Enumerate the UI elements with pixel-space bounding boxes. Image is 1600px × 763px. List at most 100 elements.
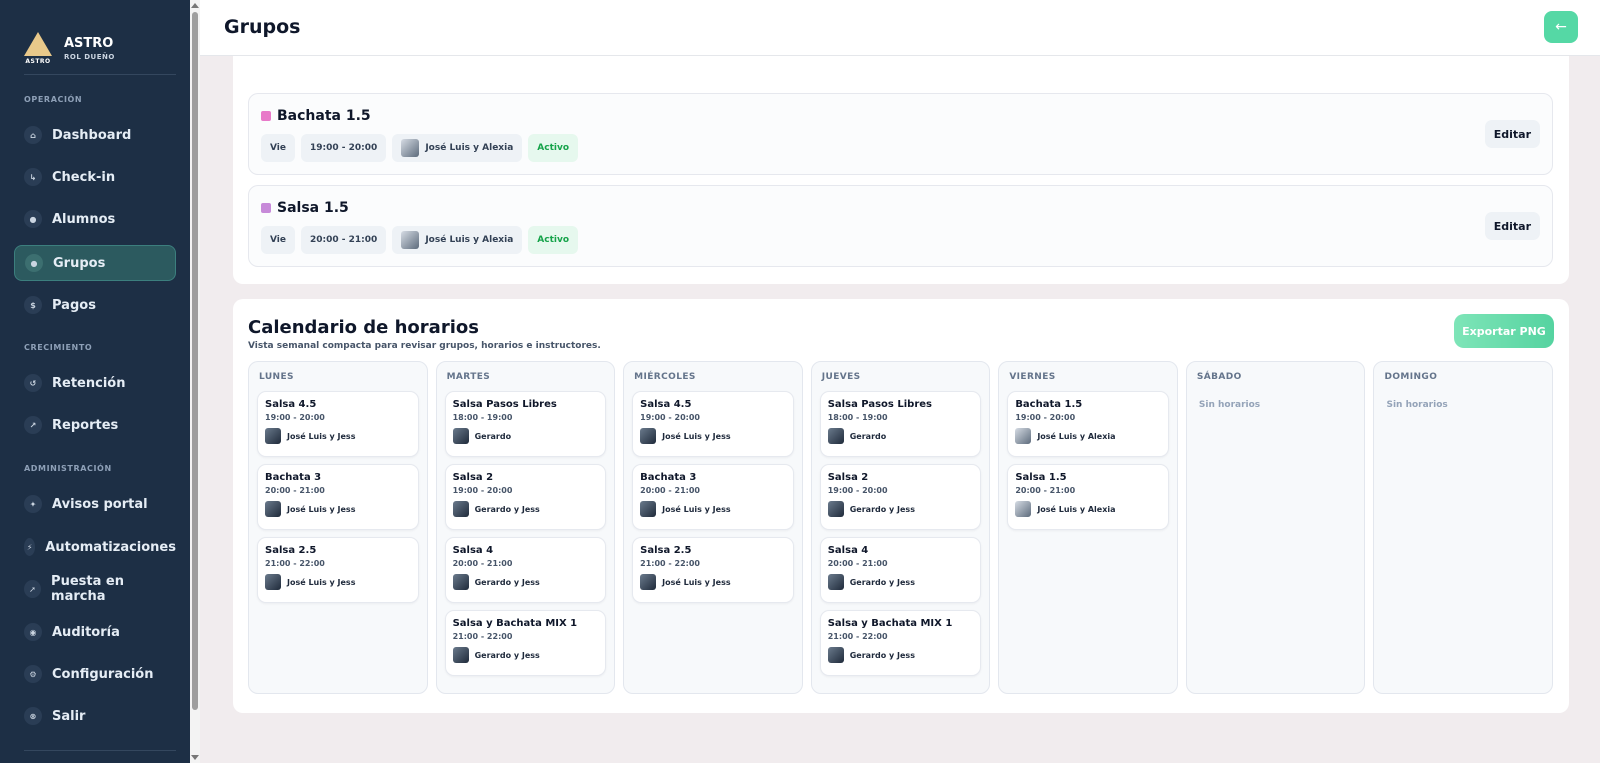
class-card[interactable]: Salsa Pasos Libres 18:00 - 19:00 Gerardo xyxy=(819,391,982,457)
calendar-panel: Calendario de horarios Vista semanal com… xyxy=(233,299,1569,713)
avatar xyxy=(265,428,281,444)
sidebar: ASTRO ASTRO ROL DUEÑO OPERACIÓN ⌂ Dashboa… xyxy=(0,0,190,763)
back-button[interactable]: ← xyxy=(1544,11,1578,43)
class-time: 18:00 - 19:00 xyxy=(452,413,513,422)
class-instructor: José Luis y Alexia xyxy=(1015,428,1161,444)
scroll-up-arrow-icon[interactable] xyxy=(191,3,199,8)
avatar xyxy=(640,501,657,517)
class-card[interactable]: Salsa 2.5 21:00 - 22:00 José Luis y Jess xyxy=(257,537,419,603)
rocket-icon: ➚ xyxy=(24,580,42,598)
class-instructor: Gerardo y Jess xyxy=(827,647,974,663)
class-time: 20:00 - 21:00 xyxy=(827,559,888,568)
class-instructor: Gerardo xyxy=(452,428,599,444)
class-name: Salsa y Bachata MIX 1 xyxy=(827,618,953,629)
sidebar-item-configuracion[interactable]: ⚙ Configuración xyxy=(14,656,176,692)
class-instructor: José Luis y Alexia xyxy=(1015,501,1161,517)
scrollbar[interactable] xyxy=(190,0,200,763)
sidebar-item-alumnos[interactable]: ● Alumnos xyxy=(14,201,176,237)
class-time: 21:00 - 22:00 xyxy=(827,632,888,641)
users-icon: ● xyxy=(24,210,42,228)
logout-icon: ⊗ xyxy=(24,707,42,725)
sidebar-item-grupos[interactable]: ● Grupos xyxy=(14,245,176,281)
status-badge: Activo xyxy=(528,226,579,254)
class-name: Salsa 4.5 xyxy=(640,399,692,410)
class-time: 19:00 - 20:00 xyxy=(640,413,700,422)
day-chip: Vie xyxy=(261,226,295,254)
section-label-administracion: ADMINISTRACIÓN xyxy=(24,464,112,473)
astro-logo-icon: ASTRO xyxy=(24,32,52,65)
groups-list: Bachata 1.5 Vie 19:00 - 20:00 José Luis … xyxy=(233,20,1569,284)
groups-icon: ● xyxy=(25,254,43,272)
brand-name: ASTRO xyxy=(64,35,114,51)
scroll-down-arrow-icon[interactable] xyxy=(191,755,199,760)
class-card[interactable]: Salsa 1.5 20:00 - 21:00 José Luis y Alexia xyxy=(1007,464,1169,530)
class-card[interactable]: Salsa 2 19:00 - 20:00 Gerardo y Jess xyxy=(819,464,982,530)
class-instructor: José Luis y Jess xyxy=(640,501,786,517)
class-card[interactable]: Bachata 1.5 19:00 - 20:00 José Luis y Alex… xyxy=(1007,391,1169,457)
class-time: 21:00 - 22:00 xyxy=(640,559,700,568)
class-name: Bachata 3 xyxy=(265,472,322,483)
edit-button[interactable]: Editar xyxy=(1484,120,1540,148)
dollar-icon: $ xyxy=(24,296,42,314)
edit-button[interactable]: Editar xyxy=(1484,212,1540,240)
class-time: 20:00 - 21:00 xyxy=(265,486,325,495)
class-card[interactable]: Salsa y Bachata MIX 1 21:00 - 22:00 Gerard… xyxy=(819,610,982,676)
sidebar-item-salir[interactable]: ⊗ Salir xyxy=(14,698,176,734)
avatar xyxy=(1015,501,1032,517)
group-name: Salsa 1.5 xyxy=(277,200,349,216)
arrow-left-icon: ← xyxy=(1555,19,1567,35)
class-instructor: Gerardo y Jess xyxy=(827,574,974,590)
class-card[interactable]: Bachata 3 20:00 - 21:00 José Luis y Jess xyxy=(632,464,794,530)
time-chip: 20:00 - 21:00 xyxy=(301,226,387,254)
sidebar-item-automatizaciones[interactable]: ⚡ Automatizaciones xyxy=(14,529,176,565)
class-time: 19:00 - 20:00 xyxy=(265,413,325,422)
day-chip: Vie xyxy=(261,134,295,162)
class-card[interactable]: Salsa Pasos Libres 18:00 - 19:00 Gerardo xyxy=(444,391,607,457)
class-card[interactable]: Salsa y Bachata MIX 1 21:00 - 22:00 Gerard… xyxy=(444,610,607,676)
sidebar-item-auditoria[interactable]: ◉ Auditoría xyxy=(14,614,176,650)
class-time: 19:00 - 20:00 xyxy=(452,486,513,495)
class-card[interactable]: Salsa 4.5 19:00 - 20:00 José Luis y Jess xyxy=(632,391,794,457)
day-column: MIÉRCOLES Salsa 4.5 19:00 - 20:00 José Luis… xyxy=(623,361,803,694)
avatar xyxy=(827,647,844,663)
class-time: 19:00 - 20:00 xyxy=(827,486,888,495)
day-column: LUNES Salsa 4.5 19:00 - 20:00 José Luis y J… xyxy=(248,361,428,694)
sidebar-item-avisos-portal[interactable]: ✦ Avisos portal xyxy=(14,486,176,522)
avatar xyxy=(640,574,657,590)
class-name: Salsa Pasos Libres xyxy=(452,399,557,410)
avatar xyxy=(1015,428,1032,444)
class-card[interactable]: Salsa 2 19:00 - 20:00 Gerardo y Jess xyxy=(444,464,607,530)
class-card[interactable]: Salsa 4.5 19:00 - 20:00 José Luis y Jess xyxy=(257,391,419,457)
divider xyxy=(24,750,176,751)
class-card[interactable]: Salsa 4 20:00 - 21:00 Gerardo y Jess xyxy=(444,537,607,603)
bolt-icon: ⚡ xyxy=(24,538,36,556)
avatar xyxy=(265,574,281,590)
day-column: MARTES Salsa Pasos Libres 18:00 - 19:00 Ger… xyxy=(435,361,616,694)
sparkle-icon: ✦ xyxy=(24,495,42,513)
checkin-icon: ↳ xyxy=(24,168,42,186)
eye-icon: ◉ xyxy=(24,623,42,641)
group-row: Salsa 1.5 Vie 20:00 - 21:00 José Luis y … xyxy=(248,185,1553,267)
scroll-thumb[interactable] xyxy=(192,12,198,710)
class-instructor: José Luis y Jess xyxy=(265,501,411,517)
brand[interactable]: ASTRO ASTRO ROL DUEÑO xyxy=(0,0,190,74)
sidebar-item-dashboard[interactable]: ⌂ Dashboard xyxy=(14,117,176,153)
sidebar-item-puesta-en-marcha[interactable]: ➚ Puesta en marcha xyxy=(14,571,176,607)
day-column: VIERNES Bachata 1.5 19:00 - 20:00 José Luis… xyxy=(998,361,1178,694)
sidebar-item-check-in[interactable]: ↳ Check-in xyxy=(14,159,176,195)
calendar-subtitle: Vista semanal compacta para revisar grup… xyxy=(248,341,601,351)
class-time: 20:00 - 21:00 xyxy=(640,486,700,495)
day-name: LUNES xyxy=(259,372,294,382)
sidebar-item-retencion[interactable]: ↺ Retención xyxy=(14,365,176,401)
avatar xyxy=(401,139,420,157)
class-card[interactable]: Salsa 2.5 21:00 - 22:00 José Luis y Jess xyxy=(632,537,794,603)
sidebar-item-pagos[interactable]: $ Pagos xyxy=(14,287,176,323)
status-badge: Activo xyxy=(528,134,579,162)
class-instructor: José Luis y Jess xyxy=(265,574,411,590)
class-card[interactable]: Salsa 4 20:00 - 21:00 Gerardo y Jess xyxy=(819,537,982,603)
avatar xyxy=(401,231,420,249)
export-png-button[interactable]: Exportar PNG xyxy=(1454,314,1554,348)
class-card[interactable]: Bachata 3 20:00 - 21:00 José Luis y Jess xyxy=(257,464,419,530)
class-name: Salsa 1.5 xyxy=(1015,472,1067,483)
sidebar-item-reportes[interactable]: ↗ Reportes xyxy=(14,407,176,443)
